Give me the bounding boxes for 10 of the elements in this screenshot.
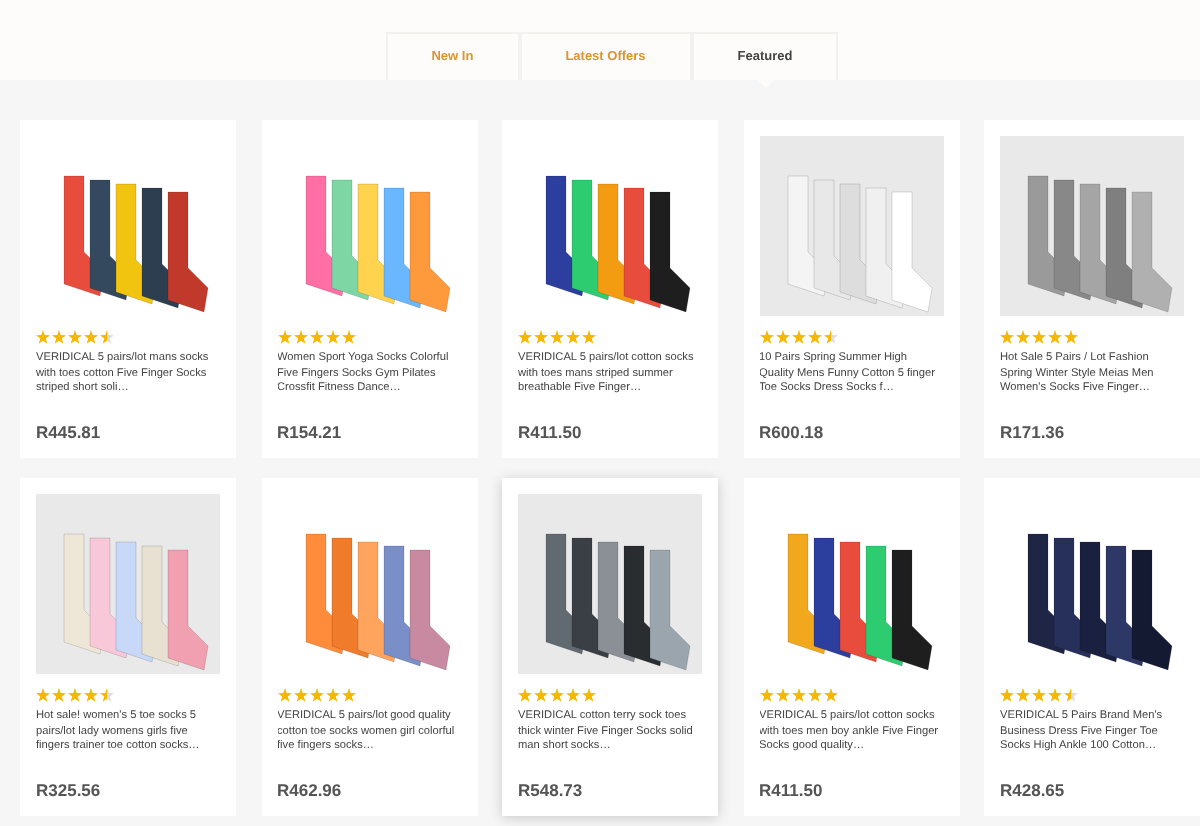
product-price: R428.65 <box>1000 780 1067 800</box>
product-price: R171.36 <box>1000 422 1067 442</box>
product-price: R462.96 <box>277 780 344 800</box>
product-price: R325.56 <box>36 780 103 800</box>
product-price: R600.18 <box>759 422 826 442</box>
product-price: R411.50 <box>518 422 584 442</box>
product-price: R445.81 <box>36 422 103 442</box>
product-price: R154.21 <box>277 422 344 442</box>
product-price: R548.73 <box>518 780 585 800</box>
product-price: R411.50 <box>759 780 825 800</box>
